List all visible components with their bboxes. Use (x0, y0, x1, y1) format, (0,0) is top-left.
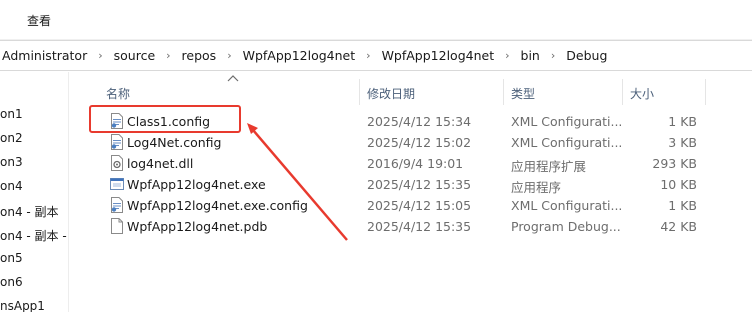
chevron-right-icon[interactable]: › (542, 49, 564, 62)
file-type: Program Debug... (511, 219, 621, 234)
file-modified: 2025/4/12 15:34 (367, 114, 472, 129)
file-modified: 2025/4/12 15:35 (367, 177, 472, 192)
file-size: 42 KB (660, 219, 697, 234)
nav-item[interactable]: on2 (0, 131, 23, 151)
config-file-icon (111, 197, 123, 213)
column-divider[interactable] (503, 79, 504, 105)
highlight-box (89, 105, 241, 133)
chevron-right-icon[interactable]: › (357, 49, 379, 62)
nav-item[interactable]: on4 - 副本 - (0, 227, 67, 247)
file-modified: 2025/4/12 15:02 (367, 135, 472, 150)
file-size: 293 KB (652, 156, 697, 171)
breadcrumb-item-repos[interactable]: repos (180, 48, 219, 63)
file-row[interactable]: WpfApp12log4net.exe.config 2025/4/12 15:… (90, 195, 710, 216)
dll-file-icon (111, 155, 123, 171)
chevron-right-icon[interactable]: › (496, 49, 518, 62)
column-divider[interactable] (705, 79, 706, 105)
file-row[interactable]: log4net.dll 2016/9/4 19:01 应用程序扩展 293 KB (90, 153, 710, 174)
chevron-right-icon[interactable]: › (157, 49, 179, 62)
file-size: 1 KB (668, 198, 697, 213)
file-type: XML Configurati... (511, 135, 623, 150)
file-type: 应用程序 (511, 180, 562, 195)
sort-ascending-icon (227, 75, 239, 82)
file-modified: 2025/4/12 15:35 (367, 219, 472, 234)
nav-item[interactable]: nsApp1 (0, 299, 45, 312)
column-header-size[interactable]: 大小 (630, 85, 654, 102)
navigation-pane: on1 on2 on3 on4 on4 - 副本 on4 - 副本 - on5 … (0, 72, 69, 312)
tab-view[interactable]: 查看 (27, 12, 51, 29)
breadcrumb-item-administrator[interactable]: Administrator (0, 48, 89, 63)
breadcrumb: Administrator › source › repos › WpfApp1… (0, 41, 609, 70)
column-header: 名称 修改日期 类型 大小 (69, 72, 752, 106)
column-divider[interactable] (359, 79, 360, 105)
nav-item[interactable]: on3 (0, 155, 23, 175)
file-type: 应用程序扩展 (511, 159, 587, 174)
file-type: XML Configurati... (511, 198, 623, 213)
nav-item[interactable]: on5 (0, 251, 23, 271)
blank-file-icon (111, 218, 123, 234)
chevron-right-icon[interactable]: › (218, 49, 240, 62)
nav-item[interactable]: on4 (0, 179, 23, 199)
config-file-icon (111, 134, 123, 150)
column-header-modified[interactable]: 修改日期 (367, 85, 415, 102)
breadcrumb-item-solution[interactable]: WpfApp12log4net (241, 48, 358, 63)
file-size: 3 KB (668, 135, 697, 150)
breadcrumb-item-debug[interactable]: Debug (564, 48, 609, 63)
breadcrumb-item-bin[interactable]: bin (519, 48, 542, 63)
chevron-right-icon[interactable]: › (89, 49, 111, 62)
file-row[interactable]: WpfApp12log4net.exe 2025/4/12 15:35 应用程序… (90, 174, 710, 195)
file-modified: 2025/4/12 15:05 (367, 198, 472, 213)
nav-item[interactable]: on4 - 副本 (0, 203, 59, 223)
file-size: 10 KB (660, 177, 697, 192)
file-row[interactable]: Log4Net.config 2025/4/12 15:02 XML Confi… (90, 132, 710, 153)
address-bar[interactable]: Administrator › source › repos › WpfApp1… (0, 40, 752, 71)
file-modified: 2016/9/4 19:01 (367, 156, 464, 171)
nav-item[interactable]: on1 (0, 107, 23, 127)
breadcrumb-item-source[interactable]: source (112, 48, 158, 63)
breadcrumb-item-project[interactable]: WpfApp12log4net (380, 48, 497, 63)
file-row[interactable]: WpfApp12log4net.pdb 2025/4/12 15:35 Prog… (90, 216, 710, 237)
column-divider[interactable] (622, 79, 623, 105)
nav-item[interactable]: on6 (0, 275, 23, 295)
file-name: log4net.dll (127, 156, 194, 171)
file-name: WpfApp12log4net.exe.config (127, 198, 308, 213)
file-size: 1 KB (668, 114, 697, 129)
file-type: XML Configurati... (511, 114, 623, 129)
file-name: WpfApp12log4net.exe (127, 177, 266, 192)
file-name: Log4Net.config (127, 135, 222, 150)
file-name: WpfApp12log4net.pdb (127, 219, 268, 234)
column-header-type[interactable]: 类型 (511, 85, 535, 102)
ribbon: 查看 (0, 0, 752, 40)
column-header-name[interactable]: 名称 (106, 85, 130, 102)
exe-file-icon (110, 178, 124, 190)
